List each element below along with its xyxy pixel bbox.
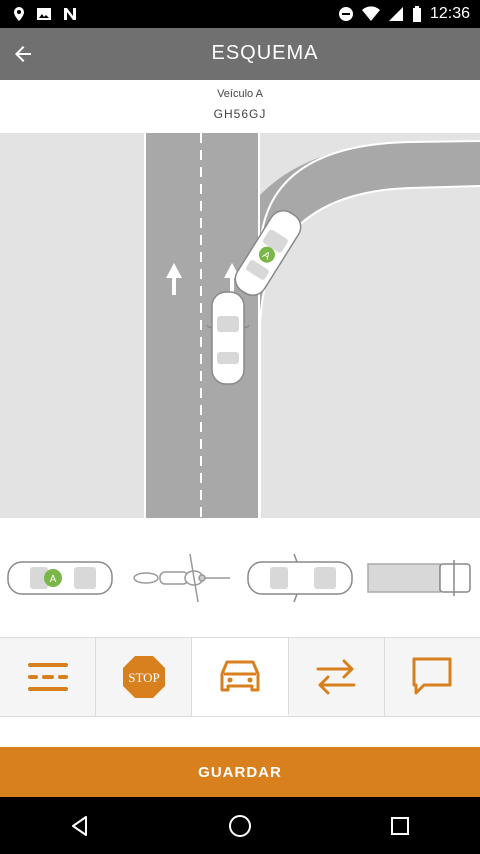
lanes-icon bbox=[27, 663, 68, 691]
nav-back-icon[interactable] bbox=[68, 814, 92, 838]
status-bar: 12:36 bbox=[0, 0, 480, 28]
palette-car[interactable] bbox=[247, 553, 353, 603]
battery-icon bbox=[412, 6, 421, 22]
vehicle-b[interactable] bbox=[206, 291, 250, 385]
accident-scene-canvas[interactable]: A bbox=[0, 133, 480, 518]
location-icon bbox=[14, 7, 24, 21]
signal-icon bbox=[388, 7, 403, 21]
comment-icon bbox=[412, 657, 452, 695]
tool-stop[interactable]: STOP bbox=[96, 638, 193, 716]
palette-motorcycle[interactable] bbox=[133, 553, 230, 603]
scene-svg: A bbox=[0, 133, 480, 518]
tool-vehicles[interactable] bbox=[192, 638, 289, 716]
app-bar: ESQUEMA bbox=[0, 28, 480, 80]
image-icon bbox=[37, 8, 51, 20]
save-button[interactable]: GUARDAR bbox=[0, 747, 480, 797]
nav-home-icon[interactable] bbox=[227, 813, 253, 839]
dnd-icon bbox=[338, 7, 353, 21]
system-nav-bar bbox=[0, 797, 480, 854]
wifi-icon bbox=[361, 6, 380, 22]
tool-swap[interactable] bbox=[288, 638, 385, 716]
tool-lanes[interactable] bbox=[0, 638, 97, 716]
stop-sign-icon: STOP bbox=[122, 656, 165, 698]
palette-svg: A bbox=[7, 553, 471, 603]
page-title: ESQUEMA bbox=[211, 42, 319, 64]
vehicle-info: Veículo A GH56GJ bbox=[0, 80, 480, 133]
stop-sign-label: STOP bbox=[128, 670, 160, 685]
vehicle-label: Veículo A bbox=[217, 88, 263, 100]
tool-bar: STOP bbox=[0, 637, 480, 717]
palette-truck[interactable] bbox=[367, 560, 471, 596]
tool-comment[interactable] bbox=[384, 638, 480, 716]
palette-car-a-badge: A bbox=[50, 574, 57, 585]
vehicle-plate: GH56GJ bbox=[213, 107, 267, 121]
palette-car-a[interactable]: A bbox=[7, 561, 113, 595]
nav-recents-icon[interactable] bbox=[388, 814, 412, 838]
status-time: 12:36 bbox=[429, 5, 470, 22]
notification-icon bbox=[64, 8, 76, 20]
swap-arrows-icon bbox=[316, 659, 356, 695]
vehicle-palette: A bbox=[0, 518, 480, 636]
car-icon bbox=[220, 660, 260, 692]
